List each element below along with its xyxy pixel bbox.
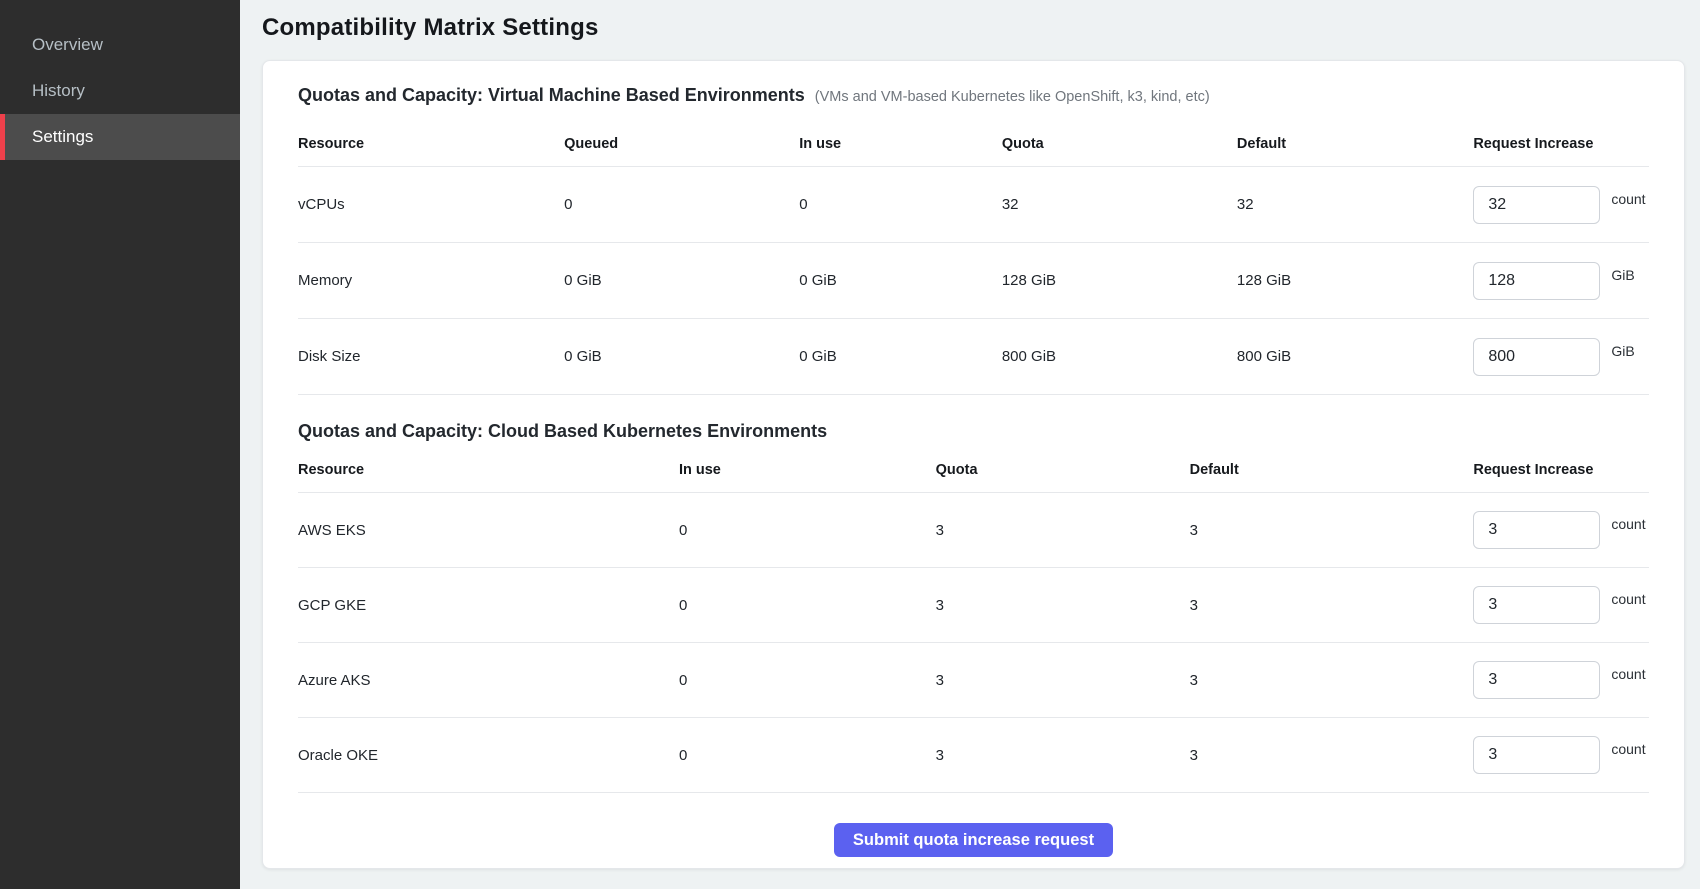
column-header-quota: Quota [936, 454, 1190, 493]
unit-label: count [1611, 191, 1645, 207]
in-use-value: 0 [679, 718, 936, 793]
default-value: 32 [1237, 167, 1473, 243]
in-use-value: 0 GiB [799, 243, 1002, 319]
resource-name: Memory [298, 243, 564, 319]
cloud-quota-table: Resource In use Quota Default Request In… [298, 454, 1649, 793]
sidebar-item-overview[interactable]: Overview [0, 22, 240, 68]
sidebar-item-label: History [32, 81, 85, 101]
cloud-section-header: Quotas and Capacity: Cloud Based Kuberne… [298, 421, 1649, 442]
quota-value: 32 [1002, 167, 1237, 243]
memory-request-input[interactable] [1473, 262, 1600, 300]
table-row-vcpus: vCPUs 0 0 32 32 count [298, 167, 1649, 243]
vm-section-title: Quotas and Capacity: Virtual Machine Bas… [298, 85, 805, 106]
cloud-section-title: Quotas and Capacity: Cloud Based Kuberne… [298, 421, 827, 442]
cloud-quotas-section: Quotas and Capacity: Cloud Based Kuberne… [298, 421, 1649, 793]
table-row-gcp-gke: GCP GKE 0 3 3 count [298, 568, 1649, 643]
in-use-value: 0 [679, 493, 936, 568]
default-value: 3 [1190, 568, 1474, 643]
column-header-quota: Quota [1002, 124, 1237, 167]
column-header-resource: Resource [298, 454, 679, 493]
main-content: Compatibility Matrix Settings Quotas and… [240, 0, 1700, 889]
azure-aks-request-input[interactable] [1473, 661, 1600, 699]
submit-quota-increase-button[interactable]: Submit quota increase request [834, 823, 1113, 857]
vcpus-request-input[interactable] [1473, 186, 1600, 224]
resource-name: Oracle OKE [298, 718, 679, 793]
queued-value: 0 [564, 167, 799, 243]
queued-value: 0 GiB [564, 319, 799, 395]
quota-value: 3 [936, 718, 1190, 793]
submit-row: Submit quota increase request [298, 823, 1649, 857]
in-use-value: 0 [679, 568, 936, 643]
default-value: 3 [1190, 493, 1474, 568]
column-header-in-use: In use [679, 454, 936, 493]
default-value: 3 [1190, 718, 1474, 793]
quota-value: 800 GiB [1002, 319, 1237, 395]
table-row-oracle-oke: Oracle OKE 0 3 3 count [298, 718, 1649, 793]
column-header-resource: Resource [298, 124, 564, 167]
vm-quotas-section: Quotas and Capacity: Virtual Machine Bas… [298, 85, 1649, 395]
request-increase-cell: count [1473, 736, 1649, 774]
gcp-gke-request-input[interactable] [1473, 586, 1600, 624]
vm-section-header: Quotas and Capacity: Virtual Machine Bas… [298, 85, 1649, 106]
sidebar-item-history[interactable]: History [0, 68, 240, 114]
request-increase-cell: count [1473, 186, 1649, 224]
column-header-request-increase: Request Increase [1473, 124, 1649, 167]
column-header-queued: Queued [564, 124, 799, 167]
sidebar-item-settings[interactable]: Settings [0, 114, 240, 160]
default-value: 3 [1190, 643, 1474, 718]
in-use-value: 0 [679, 643, 936, 718]
oracle-oke-request-input[interactable] [1473, 736, 1600, 774]
resource-name: AWS EKS [298, 493, 679, 568]
quota-value: 3 [936, 643, 1190, 718]
in-use-value: 0 GiB [799, 319, 1002, 395]
column-header-in-use: In use [799, 124, 1002, 167]
default-value: 128 GiB [1237, 243, 1473, 319]
sidebar: Overview History Settings [0, 0, 240, 889]
vm-table-header-row: Resource Queued In use Quota Default Req… [298, 124, 1649, 167]
unit-label: count [1611, 741, 1645, 757]
aws-eks-request-input[interactable] [1473, 511, 1600, 549]
table-row-aws-eks: AWS EKS 0 3 3 count [298, 493, 1649, 568]
sidebar-item-label: Overview [32, 35, 103, 55]
table-row-azure-aks: Azure AKS 0 3 3 count [298, 643, 1649, 718]
unit-label: GiB [1611, 343, 1634, 359]
quota-value: 3 [936, 493, 1190, 568]
resource-name: vCPUs [298, 167, 564, 243]
unit-label: count [1611, 516, 1645, 532]
table-row-disk-size: Disk Size 0 GiB 0 GiB 800 GiB 800 GiB Gi… [298, 319, 1649, 395]
request-increase-cell: GiB [1473, 262, 1649, 300]
quota-value: 128 GiB [1002, 243, 1237, 319]
vm-section-subtitle: (VMs and VM-based Kubernetes like OpenSh… [815, 89, 1210, 105]
resource-name: GCP GKE [298, 568, 679, 643]
unit-label: count [1611, 591, 1645, 607]
quota-value: 3 [936, 568, 1190, 643]
request-increase-cell: GiB [1473, 338, 1649, 376]
request-increase-cell: count [1473, 586, 1649, 624]
quota-settings-card: Quotas and Capacity: Virtual Machine Bas… [262, 60, 1685, 869]
column-header-default: Default [1190, 454, 1474, 493]
unit-label: GiB [1611, 267, 1634, 283]
vm-quota-table: Resource Queued In use Quota Default Req… [298, 124, 1649, 395]
in-use-value: 0 [799, 167, 1002, 243]
disk-size-request-input[interactable] [1473, 338, 1600, 376]
request-increase-cell: count [1473, 511, 1649, 549]
column-header-request-increase: Request Increase [1473, 454, 1649, 493]
default-value: 800 GiB [1237, 319, 1473, 395]
request-increase-cell: count [1473, 661, 1649, 699]
cloud-table-header-row: Resource In use Quota Default Request In… [298, 454, 1649, 493]
table-row-memory: Memory 0 GiB 0 GiB 128 GiB 128 GiB GiB [298, 243, 1649, 319]
resource-name: Azure AKS [298, 643, 679, 718]
unit-label: count [1611, 666, 1645, 682]
sidebar-item-label: Settings [32, 127, 93, 147]
queued-value: 0 GiB [564, 243, 799, 319]
resource-name: Disk Size [298, 319, 564, 395]
column-header-default: Default [1237, 124, 1473, 167]
page-title: Compatibility Matrix Settings [262, 12, 1685, 44]
